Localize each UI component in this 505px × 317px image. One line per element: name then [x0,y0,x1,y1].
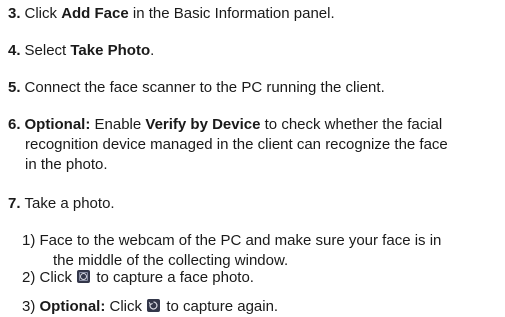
camera-capture-icon [77,270,91,283]
optional-label: Optional: [24,116,91,133]
optional-label: Optional: [39,298,106,315]
recapture-icon [147,299,161,312]
add-face-label: Add Face [61,5,129,22]
substep-3: 3) Optional: Click to capture again. [8,297,278,317]
step-text: to check whether the facial [260,116,443,133]
step-text-continued: recognition device managed in the client… [25,136,448,153]
step-text: Enable [90,116,146,133]
substep-number: 3) [22,298,36,315]
take-photo-label: Take Photo [70,42,151,59]
step-6: 6. Optional: Enable Verify by Device to c… [8,115,503,175]
step-number: 3. [8,5,21,22]
verify-by-device-label: Verify by Device [145,116,261,133]
step-text: in the Basic Information panel. [128,5,335,22]
substep-text: Click [39,269,77,286]
substep-number: 2) [22,269,36,286]
step-number: 6. [8,116,21,133]
step-3: 3. Click Add Face in the Basic Informatio… [8,4,335,24]
step-text: . [150,42,155,59]
step-number: 7. [8,195,21,212]
step-text: Select [24,42,71,59]
substep-text: to capture a face photo. [92,269,254,286]
substep-text: to capture again. [162,298,279,315]
step-text-continued: in the photo. [25,156,108,173]
step-text: Connect the face scanner to the PC runni… [24,79,385,96]
step-number: 5. [8,79,21,96]
substep-text: Face to the webcam of the PC and make su… [39,232,442,249]
substep-1: 1) Face to the webcam of the PC and make… [8,231,505,271]
step-text: Take a photo. [24,195,115,212]
step-7: 7. Take a photo. [8,194,115,214]
substep-text: Click [105,298,147,315]
step-text: Click [24,5,62,22]
step-4: 4. Select Take Photo. [8,41,154,61]
substep-2: 2) Click to capture a face photo. [8,268,254,288]
step-5: 5. Connect the face scanner to the PC run… [8,78,385,98]
step-number: 4. [8,42,21,59]
substep-number: 1) [22,232,36,249]
